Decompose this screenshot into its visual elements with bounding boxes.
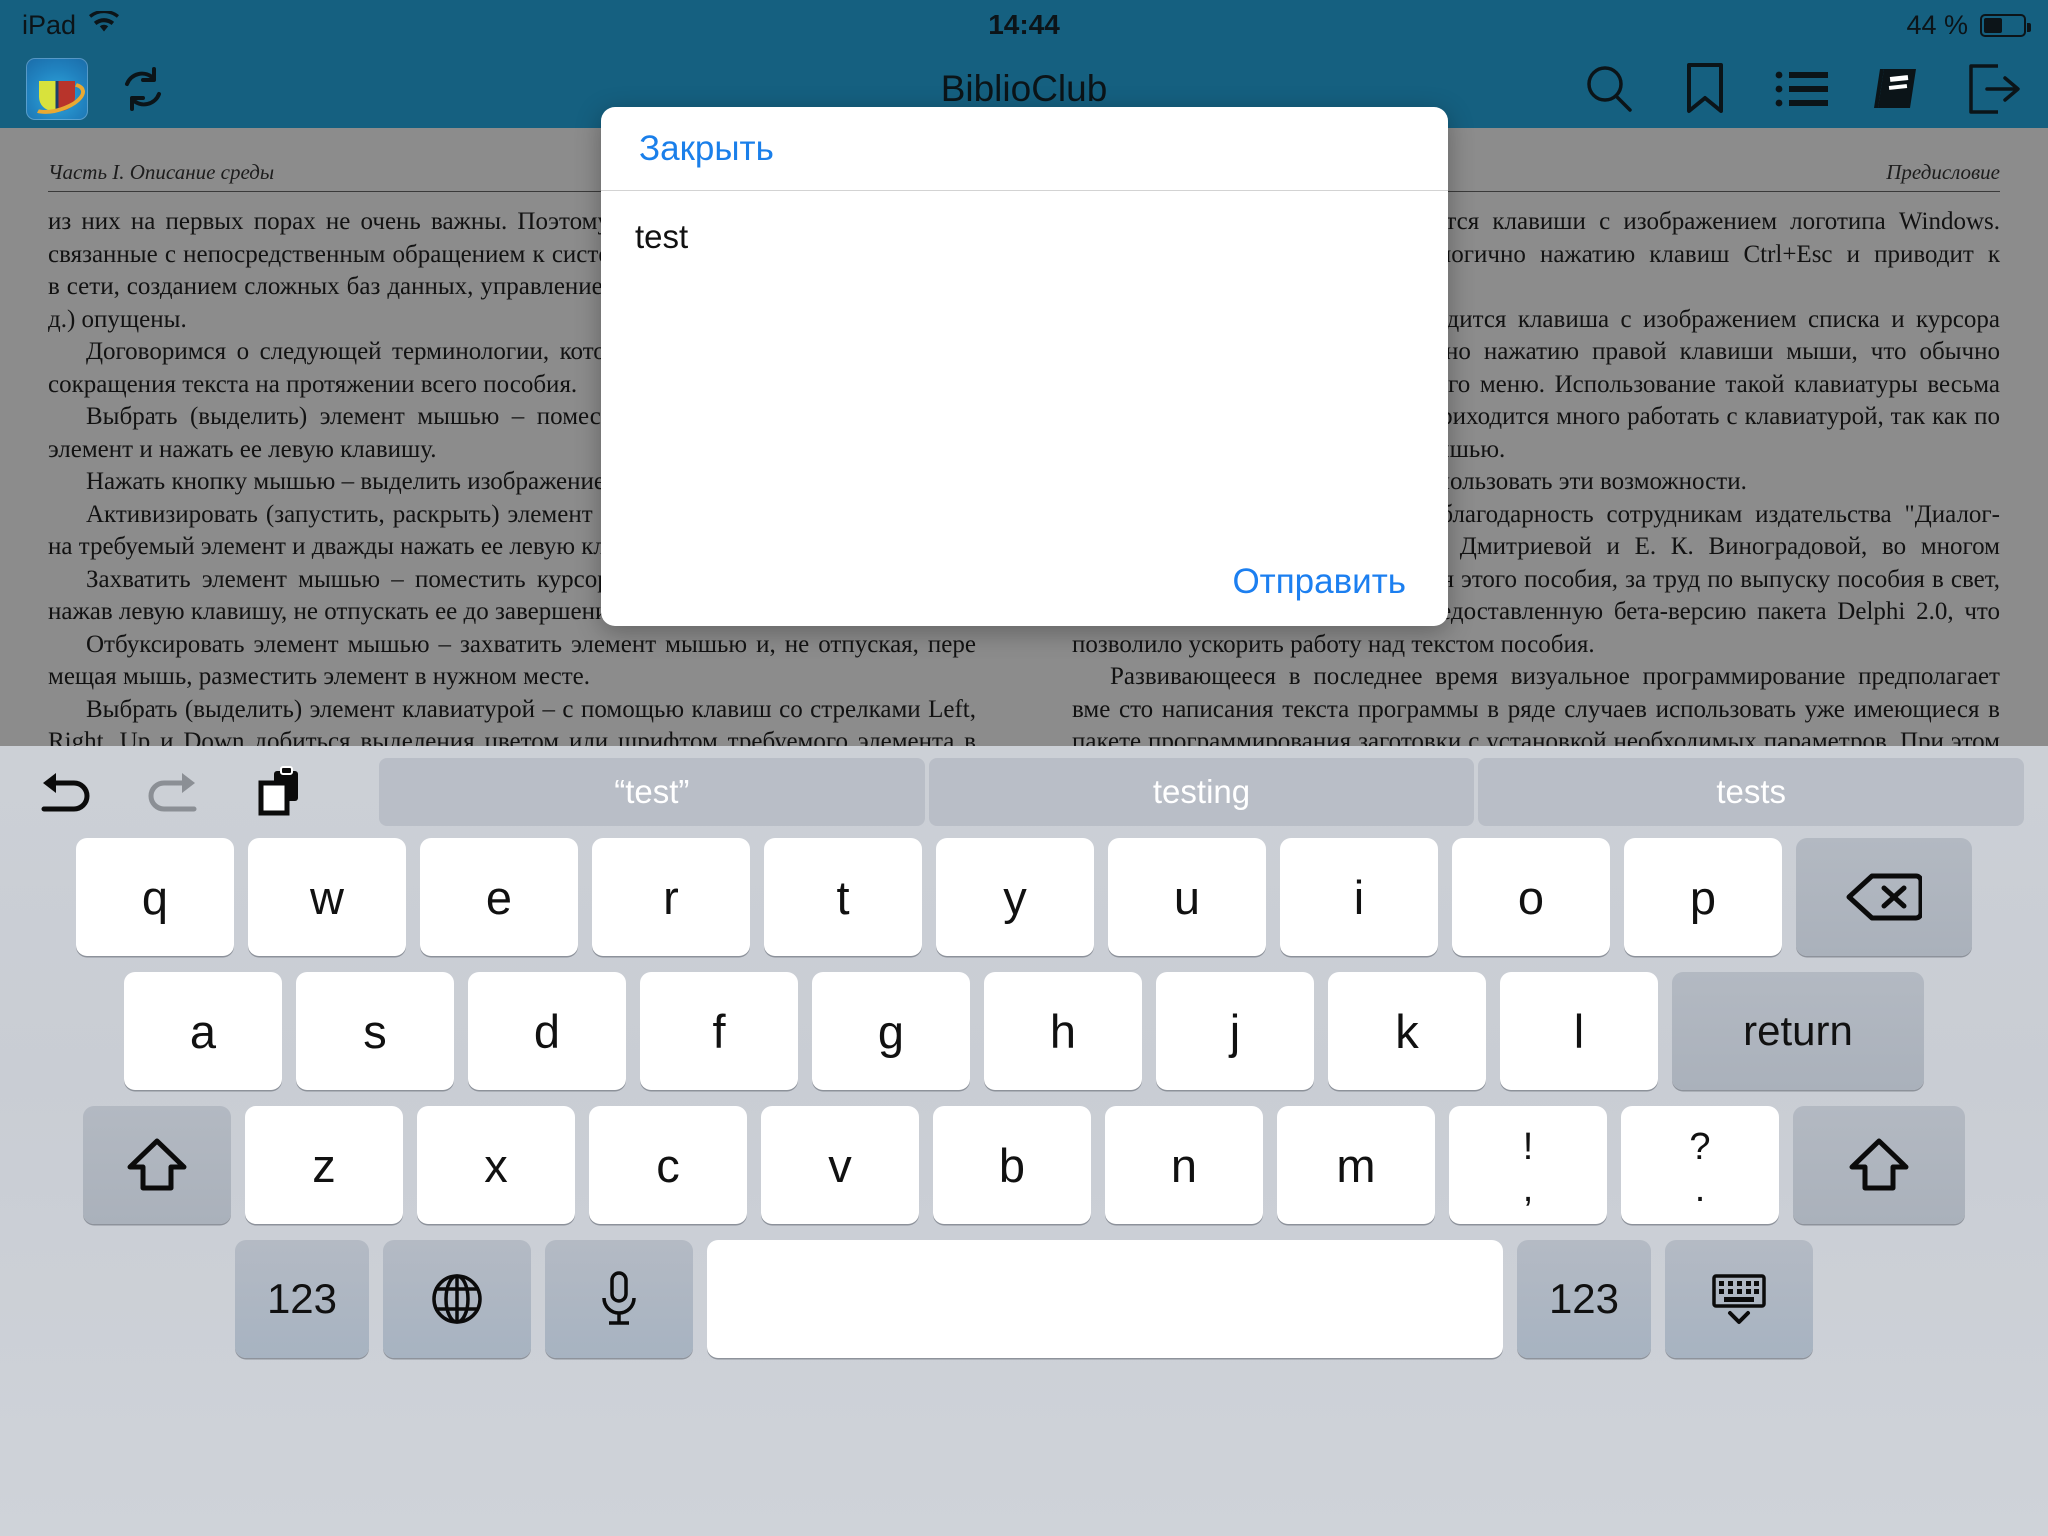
keyboard-row-2: a s d f g h j k l return	[10, 972, 2038, 1090]
key-z[interactable]: z	[245, 1106, 403, 1224]
key-c[interactable]: c	[589, 1106, 747, 1224]
key-f[interactable]: f	[640, 972, 798, 1090]
close-button[interactable]: Закрыть	[639, 129, 774, 169]
suggestion-item[interactable]: “test”	[379, 758, 925, 826]
key-t[interactable]: t	[764, 838, 922, 956]
suggestion-bar: “test” testing tests	[377, 758, 2026, 826]
send-button[interactable]: Отправить	[1232, 562, 1406, 602]
key-a[interactable]: a	[124, 972, 282, 1090]
key-k[interactable]: k	[1328, 972, 1486, 1090]
paragraph: Отбуксировать элемент мышью – захватить …	[48, 630, 976, 691]
paragraph: Развивающееся в последнее время визуальн…	[1072, 663, 2000, 748]
globe-icon[interactable]	[383, 1240, 531, 1358]
refresh-icon[interactable]	[114, 60, 172, 118]
key-exclamation-comma[interactable]: ! ,	[1449, 1106, 1607, 1224]
undo-icon[interactable]	[22, 761, 108, 823]
key-q[interactable]: q	[76, 838, 234, 956]
biblioclub-logo-icon[interactable]	[26, 58, 88, 120]
key-question-period[interactable]: ? .	[1621, 1106, 1779, 1224]
key-d[interactable]: d	[468, 972, 626, 1090]
comment-modal: Закрыть test Отправить	[601, 107, 1448, 626]
key-label-top: ?	[1689, 1126, 1711, 1168]
key-x[interactable]: x	[417, 1106, 575, 1224]
key-i[interactable]: i	[1280, 838, 1438, 956]
wifi-icon	[89, 9, 120, 41]
key-n[interactable]: n	[1105, 1106, 1263, 1224]
key-label-bottom: ,	[1522, 1168, 1534, 1210]
key-w[interactable]: w	[248, 838, 406, 956]
device-name-label: iPad	[22, 9, 77, 40]
onscreen-keyboard: “test” testing tests q w e r t y u i o p	[0, 746, 2048, 1536]
key-u[interactable]: u	[1108, 838, 1266, 956]
logout-icon[interactable]	[1964, 60, 2022, 118]
toolbar-left-group	[26, 58, 172, 120]
key-label-bottom: .	[1694, 1168, 1706, 1210]
contents-list-icon[interactable]	[1772, 60, 1830, 118]
paste-icon[interactable]	[238, 761, 324, 823]
keyboard-row-3: z x c v b n m ! , ? .	[10, 1106, 2038, 1224]
key-j[interactable]: j	[1156, 972, 1314, 1090]
key-p[interactable]: p	[1624, 838, 1782, 956]
suggestion-item[interactable]: tests	[1478, 758, 2025, 826]
comment-input[interactable]: test	[635, 217, 1414, 257]
key-h[interactable]: h	[984, 972, 1142, 1090]
keyboard-row-1: q w e r t y u i o p	[10, 838, 2038, 956]
key-g[interactable]: g	[812, 972, 970, 1090]
status-bar-left: iPad	[22, 9, 120, 41]
key-s[interactable]: s	[296, 972, 454, 1090]
suggestion-item[interactable]: testing	[928, 758, 1475, 826]
search-icon[interactable]	[1580, 60, 1638, 118]
status-bar-clock: 14:44	[988, 9, 1060, 40]
keyboard-keys: q w e r t y u i o p a s d f g h j k l re…	[0, 838, 2048, 1372]
toolbar-right-group	[1580, 60, 2022, 118]
backspace-icon[interactable]	[1796, 838, 1972, 956]
ipad-screen: iPad 14:44 44 % BiblioClub Часть I. Опис…	[0, 0, 2048, 1536]
status-bar-right: 44 %	[1906, 9, 2031, 41]
modal-header: Закрыть	[601, 107, 1448, 191]
keyboard-toolbar: “test” testing tests	[0, 746, 2048, 838]
microphone-icon[interactable]	[545, 1240, 693, 1358]
return-key[interactable]: return	[1672, 972, 1924, 1090]
key-label-top: !	[1522, 1126, 1534, 1168]
modal-body[interactable]: test	[601, 191, 1448, 538]
hide-keyboard-icon[interactable]	[1665, 1240, 1813, 1358]
key-b[interactable]: b	[933, 1106, 1091, 1224]
key-v[interactable]: v	[761, 1106, 919, 1224]
book-icon[interactable]	[1868, 60, 1926, 118]
redo-icon[interactable]	[130, 761, 216, 823]
battery-icon	[1980, 13, 2031, 37]
keyboard-row-4: 123 123	[10, 1240, 2038, 1358]
shift-icon-right[interactable]	[1793, 1106, 1965, 1224]
keyboard-edit-actions	[22, 761, 377, 823]
status-bar: iPad 14:44 44 %	[0, 0, 2048, 50]
key-r[interactable]: r	[592, 838, 750, 956]
key-y[interactable]: y	[936, 838, 1094, 956]
numeric-key-right[interactable]: 123	[1517, 1240, 1651, 1358]
numeric-key-left[interactable]: 123	[235, 1240, 369, 1358]
key-o[interactable]: o	[1452, 838, 1610, 956]
key-e[interactable]: e	[420, 838, 578, 956]
key-l[interactable]: l	[1500, 972, 1658, 1090]
bookmark-icon[interactable]	[1676, 60, 1734, 118]
paragraph: Выбрать (выделить) элемент клавиатурой –…	[48, 695, 976, 749]
modal-footer: Отправить	[601, 538, 1448, 626]
battery-percent-label: 44 %	[1906, 9, 1968, 40]
space-key[interactable]	[707, 1240, 1503, 1358]
key-m[interactable]: m	[1277, 1106, 1435, 1224]
shift-icon-left[interactable]	[83, 1106, 231, 1224]
